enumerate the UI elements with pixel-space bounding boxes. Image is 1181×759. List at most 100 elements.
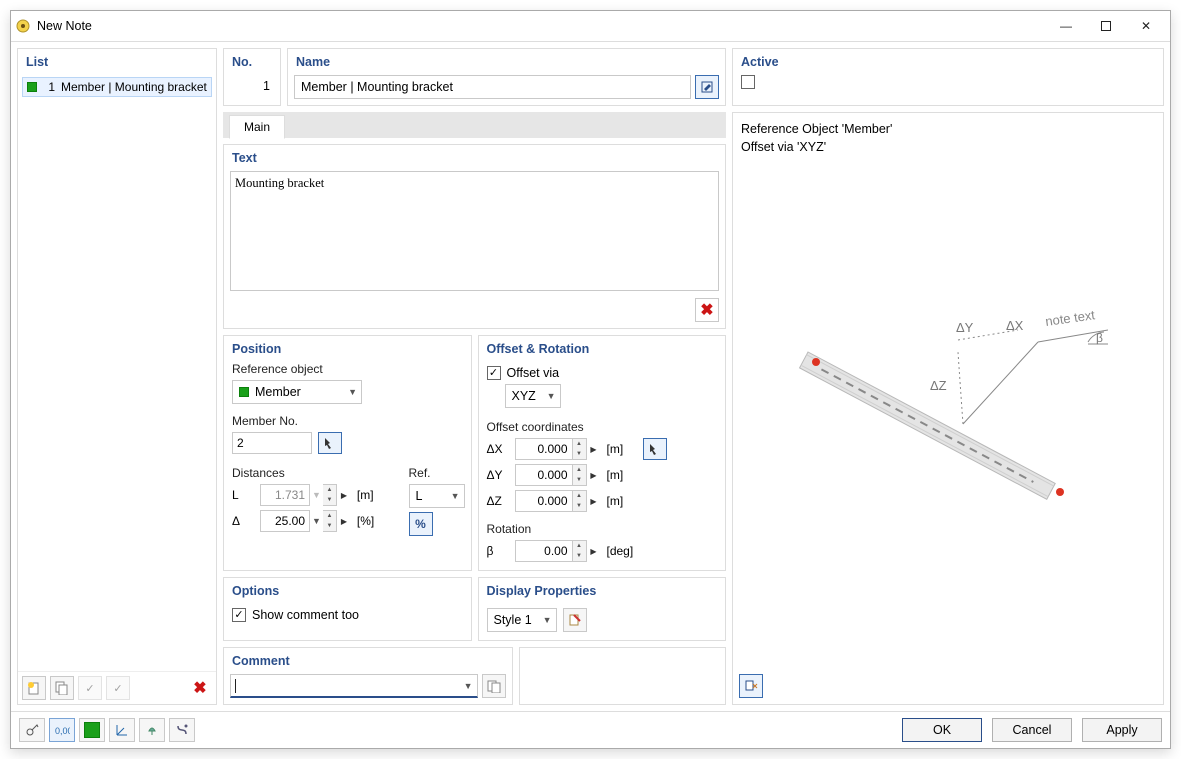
- titlebar: New Note — ✕: [11, 11, 1170, 41]
- cancel-button[interactable]: Cancel: [992, 718, 1072, 742]
- list-toolbar: ✓ ✓ ✖: [18, 671, 216, 704]
- color-button[interactable]: [79, 718, 105, 742]
- style-value: Style 1: [494, 613, 532, 627]
- style-select[interactable]: Style 1 ▼: [487, 608, 557, 632]
- dz-unit: [m]: [607, 494, 637, 508]
- dz-input[interactable]: ▲▼ ▶: [515, 490, 601, 512]
- list-item[interactable]: 1 Member | Mounting bracket: [22, 77, 212, 97]
- beta-label: β: [487, 544, 509, 558]
- distance-d-unit: [%]: [357, 514, 387, 528]
- display-panel: Display Properties Style 1 ▼: [478, 577, 727, 641]
- dy-label: ΔY: [487, 468, 509, 482]
- chevron-down-icon: ▼: [547, 391, 556, 401]
- offset-mode-select[interactable]: XYZ ▼: [505, 384, 561, 408]
- ref-label: Ref.: [401, 466, 471, 482]
- show-comment-label: Show comment too: [252, 608, 359, 622]
- name-panel: Name: [287, 48, 726, 106]
- duplicate-item-button[interactable]: [50, 676, 74, 700]
- distance-d-label: Δ: [232, 514, 254, 528]
- list-item-number: 1: [43, 80, 55, 94]
- chevron-down-icon: ▼: [310, 516, 323, 526]
- beta-unit: [deg]: [607, 544, 647, 558]
- chevron-down-icon: ▼: [310, 490, 323, 500]
- active-panel: Active: [732, 48, 1164, 106]
- list-body: 1 Member | Mounting bracket: [18, 75, 216, 671]
- distance-l-input[interactable]: ▼ ▲▼ ▶: [260, 484, 351, 506]
- chevron-down-icon: ▼: [543, 615, 552, 625]
- ref-object-select[interactable]: Member ▼: [232, 380, 362, 404]
- dx-annot: ΔX: [1006, 318, 1024, 333]
- new-note-dialog: New Note — ✕ List 1 Member | Mounting br…: [10, 10, 1171, 749]
- show-comment-checkbox[interactable]: ✓: [232, 608, 246, 622]
- member-no-input[interactable]: [232, 432, 312, 454]
- offset-via-checkbox[interactable]: ✓: [487, 366, 501, 380]
- dx-unit: [m]: [607, 442, 637, 456]
- copy-diagram-button[interactable]: [739, 674, 763, 698]
- rename-button[interactable]: [695, 75, 719, 99]
- dx-label: ΔX: [487, 442, 509, 456]
- tab-main[interactable]: Main: [229, 115, 285, 139]
- edit-style-button[interactable]: [563, 608, 587, 632]
- member-no-label: Member No.: [224, 414, 471, 430]
- distance-l-label: L: [232, 488, 254, 502]
- close-button[interactable]: ✕: [1126, 11, 1166, 41]
- text-header: Text: [224, 145, 725, 171]
- options-panel: Options ✓ Show comment too: [223, 577, 472, 641]
- offset-panel: Offset & Rotation ✓ Offset via XYZ ▼: [478, 335, 727, 571]
- pick-offset-button[interactable]: [643, 438, 667, 460]
- beta-annot: β: [1096, 331, 1103, 345]
- tree-button[interactable]: [139, 718, 165, 742]
- axis-button[interactable]: [109, 718, 135, 742]
- rotation-label: Rotation: [479, 514, 726, 538]
- ref-select[interactable]: L ▼: [409, 484, 465, 508]
- dz-label: ΔZ: [487, 494, 509, 508]
- display-header: Display Properties: [479, 578, 726, 604]
- check-up-button[interactable]: ✓: [106, 676, 130, 700]
- script-button[interactable]: [169, 718, 195, 742]
- comment-panel: Comment ▼: [223, 647, 513, 705]
- maximize-button[interactable]: [1086, 11, 1126, 41]
- info-line-1: Reference Object 'Member': [741, 121, 1155, 139]
- comment-header: Comment: [224, 648, 512, 674]
- active-checkbox[interactable]: [741, 75, 755, 89]
- beta-input[interactable]: ▲▼ ▶: [515, 540, 601, 562]
- chevron-down-icon: ▼: [451, 491, 460, 501]
- text-input[interactable]: Mounting bracket: [230, 171, 719, 291]
- delete-item-button[interactable]: ✖: [188, 676, 212, 700]
- name-header: Name: [288, 49, 725, 75]
- distance-d-input[interactable]: ▼ ▲▼ ▶: [260, 510, 351, 532]
- info-line-2: Offset via 'XYZ': [741, 139, 1155, 157]
- app-icon: [15, 18, 31, 34]
- comment-input[interactable]: ▼: [230, 674, 478, 698]
- color-square: [27, 82, 37, 92]
- minimize-button[interactable]: —: [1046, 11, 1086, 41]
- apply-button[interactable]: Apply: [1082, 718, 1162, 742]
- units-button[interactable]: 0,00: [49, 718, 75, 742]
- ok-button[interactable]: OK: [902, 718, 982, 742]
- name-input[interactable]: [294, 75, 691, 99]
- pick-member-button[interactable]: [318, 432, 342, 454]
- dx-input[interactable]: ▲▼ ▶: [515, 438, 601, 460]
- new-item-button[interactable]: [22, 676, 46, 700]
- dy-input[interactable]: ▲▼ ▶: [515, 464, 601, 486]
- diagram: ΔZ ΔY ΔX note text: [733, 156, 1163, 668]
- note-text-label: note text: [1044, 307, 1096, 329]
- bottombar: 0,00 OK Cancel Apply: [11, 711, 1170, 748]
- ref-object-value: Member: [255, 385, 301, 399]
- check-down-button[interactable]: ✓: [78, 676, 102, 700]
- offset-via-label: Offset via: [507, 366, 560, 380]
- list-panel: List 1 Member | Mounting bracket ✓ ✓ ✖: [17, 48, 217, 705]
- dz-annot: ΔZ: [930, 378, 947, 393]
- chevron-down-icon: ▼: [464, 681, 473, 691]
- text-panel: Text Mounting bracket ✖: [223, 144, 726, 329]
- paste-comment-button[interactable]: [482, 674, 506, 698]
- list-item-label: Member | Mounting bracket: [61, 80, 207, 94]
- info-panel: Reference Object 'Member' Offset via 'XY…: [732, 112, 1164, 705]
- clear-text-button[interactable]: ✖: [695, 298, 719, 322]
- offset-header: Offset & Rotation: [479, 336, 726, 362]
- dy-unit: [m]: [607, 468, 637, 482]
- percent-toggle[interactable]: %: [409, 512, 433, 536]
- options-header: Options: [224, 578, 471, 604]
- dy-annot: ΔY: [956, 320, 974, 335]
- key-button[interactable]: [19, 718, 45, 742]
